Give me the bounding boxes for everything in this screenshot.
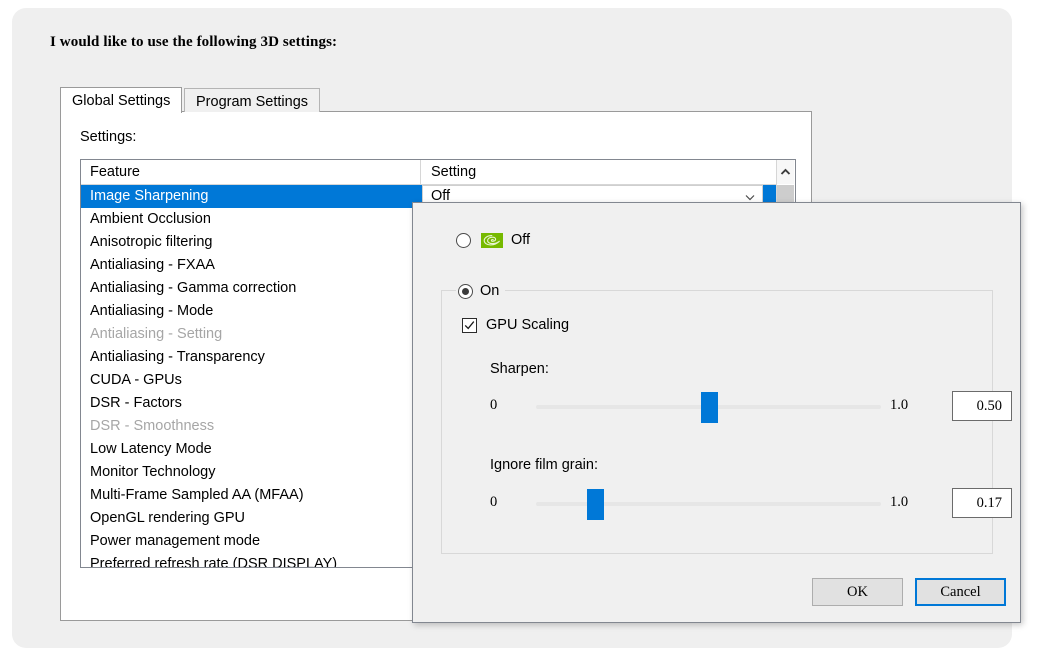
sharpen-value-input[interactable]: 0.50 xyxy=(952,391,1012,421)
radio-option-on[interactable]: On xyxy=(456,282,506,300)
gpu-scaling-label: GPU Scaling xyxy=(486,317,570,333)
gpu-scaling-checkbox-row[interactable]: GPU Scaling xyxy=(462,317,569,333)
sharpen-slider-thumb[interactable] xyxy=(700,392,718,423)
column-header-feature: Feature xyxy=(81,160,421,184)
film-grain-slider[interactable] xyxy=(536,487,881,521)
row-feature-label: Antialiasing - Mode xyxy=(90,303,214,319)
film-grain-min-label: 0 xyxy=(490,494,498,510)
grid-header: Feature Setting xyxy=(81,160,795,185)
row-feature-label: Image Sharpening xyxy=(90,188,209,204)
tab-global-settings-label: Global Settings xyxy=(72,93,171,109)
radio-off-label: Off xyxy=(511,232,531,248)
film-grain-max-label: 1.0 xyxy=(890,494,909,510)
sharpen-max-label: 1.0 xyxy=(890,397,909,413)
sharpen-slider-row: 0 1.0 xyxy=(490,390,1000,424)
row-feature-label: CUDA - GPUs xyxy=(90,372,182,388)
cancel-button[interactable]: Cancel xyxy=(915,578,1006,606)
row-feature-label: Antialiasing - Transparency xyxy=(90,349,265,365)
screen: I would like to use the following 3D set… xyxy=(0,0,1055,659)
radio-on-label: On xyxy=(480,283,500,299)
row-feature-label: Low Latency Mode xyxy=(90,441,212,457)
radio-on-indicator[interactable] xyxy=(458,283,473,299)
row-feature-label: Power management mode xyxy=(90,533,261,549)
film-grain-value-input[interactable]: 0.17 xyxy=(952,488,1012,518)
gpu-scaling-checkbox[interactable] xyxy=(462,317,477,333)
sharpen-slider[interactable] xyxy=(536,390,881,424)
ok-button[interactable]: OK xyxy=(812,578,903,606)
row-feature-label: Anisotropic filtering xyxy=(90,234,213,250)
film-grain-slider-group: 0 1.0 0.17 xyxy=(490,487,1020,521)
nvidia-eye-logo-icon xyxy=(481,232,503,248)
tab-program-settings[interactable]: Program Settings xyxy=(184,88,321,112)
tab-program-settings-label: Program Settings xyxy=(196,94,309,110)
row-feature-label: DSR - Factors xyxy=(90,395,182,411)
on-options-group: On GPU Scaling Sharpen: 0 1.0 0.50 Ignor… xyxy=(441,282,1012,554)
tab-strip: Global Settings Program Settings xyxy=(60,87,812,113)
film-grain-label: Ignore film grain: xyxy=(490,457,598,473)
sharpen-min-label: 0 xyxy=(490,397,498,413)
image-sharpening-dialog: Off On GPU Scaling Sharpen: 0 1.0 0.50 I… xyxy=(412,202,1021,623)
radio-option-off[interactable]: Off xyxy=(456,232,530,248)
row-feature-label: Monitor Technology xyxy=(90,464,216,480)
row-feature-label: Preferred refresh rate (DSR DISPLAY) xyxy=(90,556,338,568)
row-feature-label: Multi-Frame Sampled AA (MFAA) xyxy=(90,487,304,503)
film-grain-slider-thumb[interactable] xyxy=(586,489,604,520)
row-feature-label: Antialiasing - FXAA xyxy=(90,257,215,273)
row-feature-label: DSR - Smoothness xyxy=(90,418,215,434)
row-feature-label: Ambient Occlusion xyxy=(90,211,211,227)
film-grain-slider-row: 0 1.0 xyxy=(490,487,1000,521)
scroll-up-icon[interactable] xyxy=(777,160,794,184)
column-header-setting: Setting xyxy=(431,164,477,180)
row-feature-label: OpenGL rendering GPU xyxy=(90,510,246,526)
page-title: I would like to use the following 3D set… xyxy=(50,34,338,50)
settings-label: Settings: xyxy=(80,129,137,145)
sharpen-label: Sharpen: xyxy=(490,361,549,377)
tab-global-settings[interactable]: Global Settings xyxy=(60,87,183,113)
row-feature-label: Antialiasing - Setting xyxy=(90,326,223,342)
row-feature-label: Antialiasing - Gamma correction xyxy=(90,280,297,296)
radio-off-indicator[interactable] xyxy=(456,232,471,248)
sharpen-slider-group: 0 1.0 0.50 xyxy=(490,390,1020,424)
